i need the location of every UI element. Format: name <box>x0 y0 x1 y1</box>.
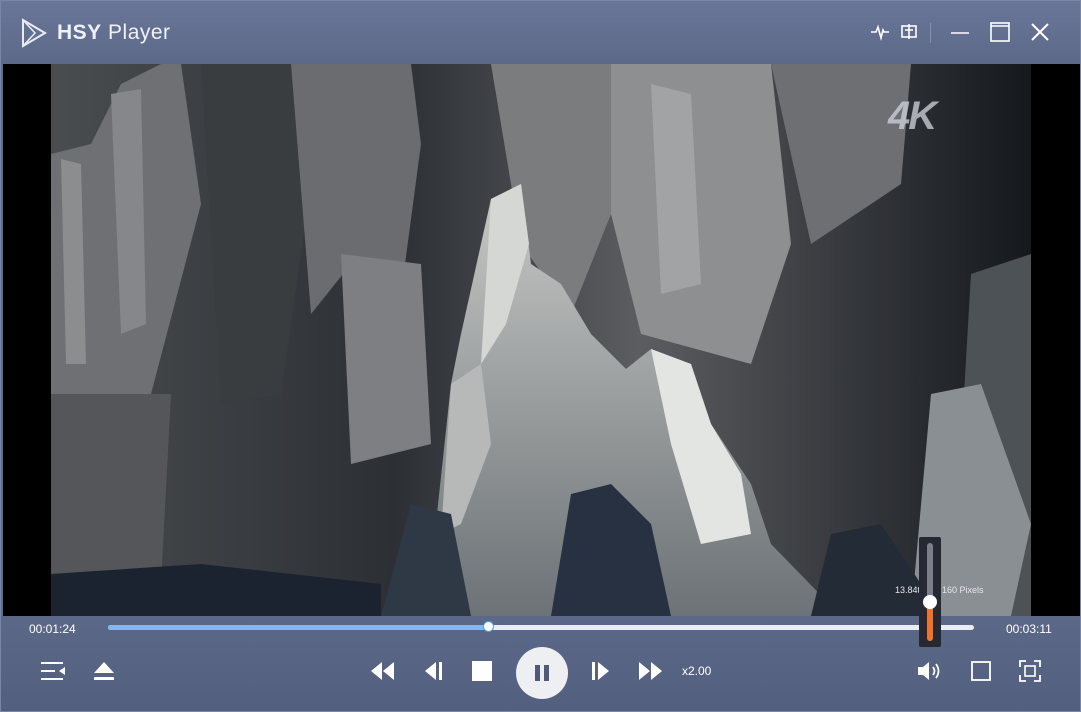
window-mode-icon <box>971 661 991 681</box>
total-time: 00:03:11 <box>1006 622 1052 636</box>
seek-bar-thumb[interactable] <box>483 621 495 632</box>
playlist-icon <box>41 662 65 680</box>
app-title-rest: Player <box>101 21 171 44</box>
titlebar-divider <box>930 23 931 43</box>
fullscreen-button[interactable] <box>1015 656 1045 686</box>
overlay-text-left: 13.84t <box>895 585 921 595</box>
seek-bar[interactable] <box>108 621 974 632</box>
playback-speed[interactable]: x2.00 <box>682 664 711 678</box>
volume-popup <box>919 537 941 647</box>
fast-forward-button[interactable] <box>636 656 666 686</box>
player-window: HSY Player 4K 13.84t 160 Pixels 00:01:24… <box>0 0 1081 712</box>
maximize-icon[interactable] <box>989 21 1011 43</box>
volume-button[interactable] <box>915 656 945 686</box>
pause-button[interactable] <box>516 647 568 699</box>
4k-badge: 4K <box>888 94 937 138</box>
previous-frame-icon <box>425 662 442 680</box>
seek-bar-progress <box>108 625 490 630</box>
stop-icon <box>472 661 492 681</box>
waveform-icon[interactable] <box>869 21 891 43</box>
video-frame <box>51 64 1031 616</box>
eject-button[interactable] <box>89 656 119 686</box>
previous-frame-button[interactable] <box>418 656 448 686</box>
close-icon[interactable] <box>1029 21 1051 43</box>
pause-icon <box>535 665 549 681</box>
video-area[interactable]: 4K 13.84t 160 Pixels <box>3 64 1080 616</box>
subtitle-icon[interactable] <box>899 21 921 43</box>
eject-icon <box>94 662 114 680</box>
volume-slider[interactable] <box>927 543 933 641</box>
logo-icon <box>22 18 47 48</box>
playlist-button[interactable] <box>38 656 68 686</box>
volume-slider-thumb[interactable] <box>923 594 937 609</box>
rewind-icon <box>371 662 394 680</box>
volume-icon <box>918 662 940 680</box>
window-mode-button[interactable] <box>966 656 996 686</box>
next-frame-button[interactable] <box>586 656 616 686</box>
fullscreen-icon <box>1019 660 1041 682</box>
fast-forward-icon <box>639 662 662 680</box>
next-frame-icon <box>592 662 609 680</box>
minimize-icon[interactable] <box>949 21 971 43</box>
app-title: HSY Player <box>57 21 171 45</box>
overlay-text-right: 160 Pixels <box>942 585 984 595</box>
stop-button[interactable] <box>467 656 497 686</box>
title-bar[interactable]: HSY Player <box>1 1 1080 64</box>
current-time: 00:01:24 <box>29 622 76 636</box>
app-title-bold: HSY <box>57 21 102 44</box>
rewind-button[interactable] <box>367 656 397 686</box>
